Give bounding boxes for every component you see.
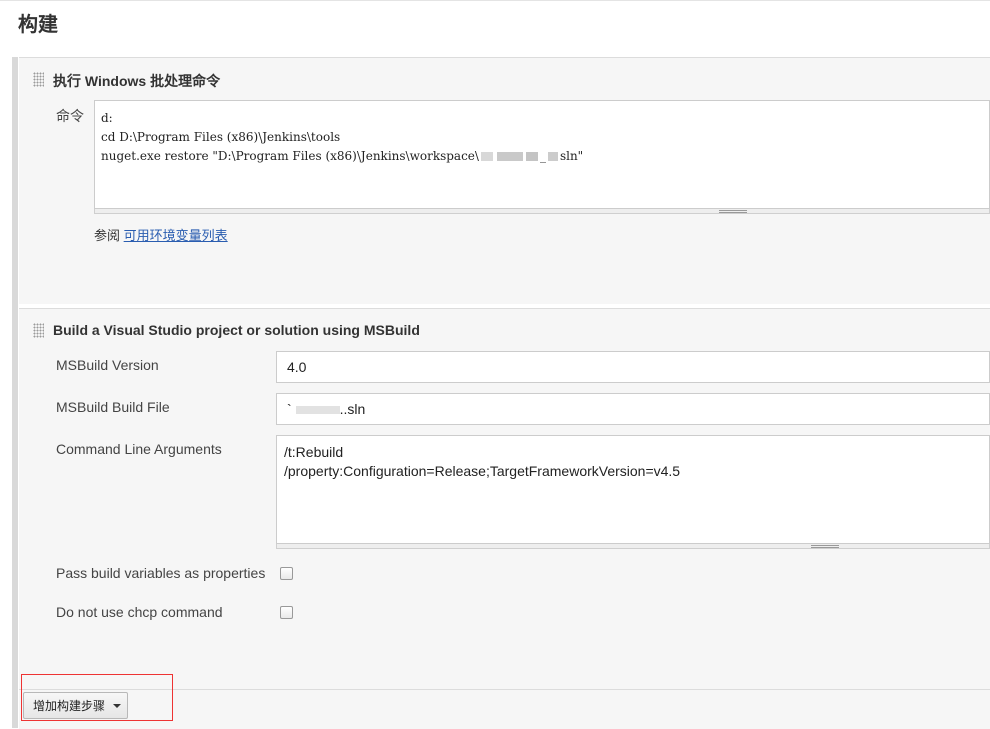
resize-grip-icon <box>719 210 747 213</box>
pass-vars-label: Pass build variables as properties <box>56 565 266 581</box>
pass-vars-checkbox[interactable] <box>280 567 293 580</box>
redacted-text <box>547 152 558 161</box>
command-line-args-text: /t:Rebuild/property:Configuration=Releas… <box>284 443 680 481</box>
redacted-text <box>525 152 538 161</box>
command-line-args-label: Command Line Arguments <box>56 441 222 457</box>
no-chcp-label: Do not use chcp command <box>56 604 223 620</box>
section-title: 构建 <box>18 14 58 36</box>
env-vars-help: 参阅 可用环境变量列表 <box>94 225 228 244</box>
builder-list-bar <box>12 57 18 728</box>
redacted-text <box>295 406 340 415</box>
drag-handle-icon[interactable] <box>33 323 44 338</box>
args-line-1: /t:Rebuild <box>284 444 344 460</box>
command-line-args-textarea[interactable]: /t:Rebuild/property:Configuration=Releas… <box>276 435 990 544</box>
msbuild-version-label: MSBuild Version <box>56 357 159 373</box>
env-vars-link[interactable]: 可用环境变量列表 <box>124 228 228 243</box>
redacted-text <box>480 152 493 161</box>
highlight-annotation <box>21 674 173 721</box>
msbuild-build-file-label: MSBuild Build File <box>56 399 170 415</box>
command-label: 命令 <box>56 108 84 124</box>
command-resize-handle[interactable] <box>94 209 990 214</box>
help-prefix: 参阅 <box>94 228 121 243</box>
resize-grip-icon <box>811 545 839 548</box>
top-divider <box>0 0 990 1</box>
command-textarea[interactable]: d: cd D:\Program Files (x86)\Jenkins\tool… <box>94 100 990 209</box>
args-resize-handle[interactable] <box>276 544 990 549</box>
no-chcp-checkbox[interactable] <box>280 606 293 619</box>
batch-command-step: 执行 Windows 批处理命令 命令 d: cd D:\Program File… <box>19 57 990 304</box>
msbuild-version-select[interactable]: 4.0 <box>276 351 990 383</box>
args-line-2: /property:Configuration=Release;TargetFr… <box>284 463 681 479</box>
drag-handle-icon[interactable] <box>33 72 44 87</box>
msbuild-step-title: Build a Visual Studio project or solutio… <box>53 322 420 338</box>
command-line-2: cd D:\Program Files (x86)\Jenkins\tools <box>101 130 341 144</box>
command-line-3: nuget.exe restore "D:\Program Files (x86… <box>101 149 584 163</box>
msbuild-build-file-input[interactable]: ` ..sln <box>276 393 990 425</box>
batch-step-title: 执行 Windows 批处理命令 <box>53 73 221 89</box>
command-text: d: cd D:\Program Files (x86)\Jenkins\tool… <box>101 109 583 166</box>
msbuild-step: Build a Visual Studio project or solutio… <box>19 308 990 689</box>
redacted-text <box>496 152 523 161</box>
command-line-1: d: <box>101 111 113 125</box>
